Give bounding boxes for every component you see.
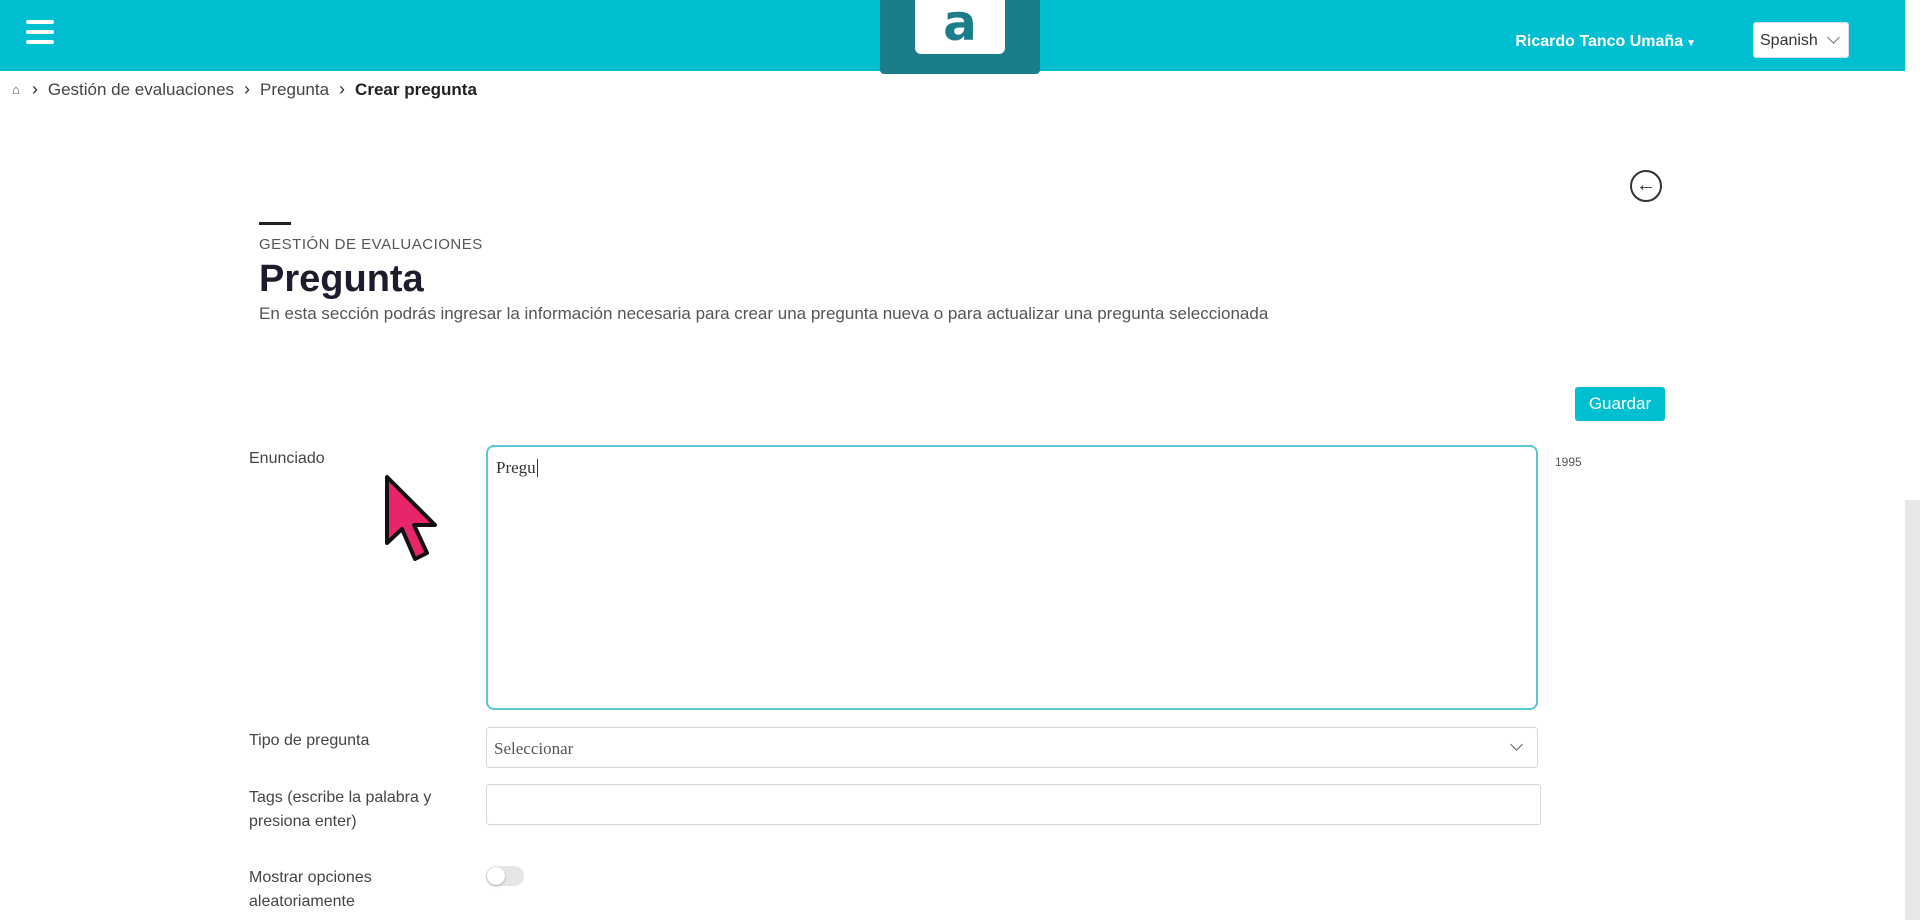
language-select[interactable]: Spanish	[1753, 22, 1849, 58]
scrollbar[interactable]	[1905, 500, 1920, 920]
breadcrumb-item-pregunta[interactable]: Pregunta	[260, 80, 329, 100]
page-title: Pregunta	[259, 258, 424, 300]
question-type-value: Seleccionar	[494, 739, 574, 758]
chevron-right-icon: ›	[244, 79, 251, 99]
user-menu[interactable]: Ricardo Tanco Umaña ▼	[1515, 33, 1696, 51]
chevron-down-icon	[1827, 31, 1840, 44]
statement-value: Pregu	[496, 458, 536, 477]
random-options-label-line2: aleatoriamente	[249, 893, 355, 910]
breadcrumb-item-current: Crear pregunta	[355, 79, 477, 99]
char-counter: 1995	[1555, 455, 1582, 469]
text-cursor	[536, 459, 538, 477]
save-button[interactable]: Guardar	[1575, 387, 1665, 421]
breadcrumb-item-gestion[interactable]: Gestión de evaluaciones	[48, 80, 234, 100]
top-bar: a Ricardo Tanco Umaña ▼ Spanish	[0, 0, 1905, 74]
home-icon[interactable]: ⌂	[12, 82, 20, 97]
random-options-label-line1: Mostrar opciones	[249, 869, 372, 886]
logo[interactable]: a	[880, 0, 1040, 74]
chevron-right-icon: ›	[31, 79, 38, 99]
tags-label-line1: Tags (escribe la palabra y	[249, 789, 432, 806]
mouse-pointer-icon	[385, 475, 437, 561]
page-description: En esta sección podrás ingresar la infor…	[259, 304, 1269, 323]
user-name-label: Ricardo Tanco Umaña	[1515, 33, 1684, 50]
statement-textarea[interactable]: Pregu	[486, 445, 1538, 710]
caret-down-icon: ▼	[1686, 38, 1696, 49]
question-type-select[interactable]: Seleccionar	[486, 727, 1538, 768]
chevron-right-icon: ›	[339, 79, 346, 99]
back-arrow-icon[interactable]: ←	[1630, 170, 1662, 202]
question-type-label: Tipo de pregunta	[249, 732, 370, 749]
breadcrumb: ⌂ › Gestión de evaluaciones › Pregunta ›…	[12, 79, 477, 100]
tags-label-line2: presiona enter)	[249, 813, 357, 830]
language-value: Spanish	[1760, 32, 1818, 49]
logo-letter: a	[915, 0, 1005, 54]
section-label: GESTIÓN DE EVALUACIONES	[259, 236, 483, 253]
random-options-label: Mostrar opciones aleatoriamente	[249, 866, 372, 914]
chevron-down-icon	[1510, 738, 1523, 751]
hamburger-menu-icon[interactable]	[26, 20, 54, 46]
toggle-knob	[487, 867, 505, 885]
tags-input[interactable]	[486, 784, 1541, 825]
header-divider	[259, 222, 291, 225]
statement-label: Enunciado	[249, 450, 325, 467]
tags-label: Tags (escribe la palabra y presiona ente…	[249, 786, 431, 834]
random-options-toggle[interactable]	[486, 866, 524, 886]
